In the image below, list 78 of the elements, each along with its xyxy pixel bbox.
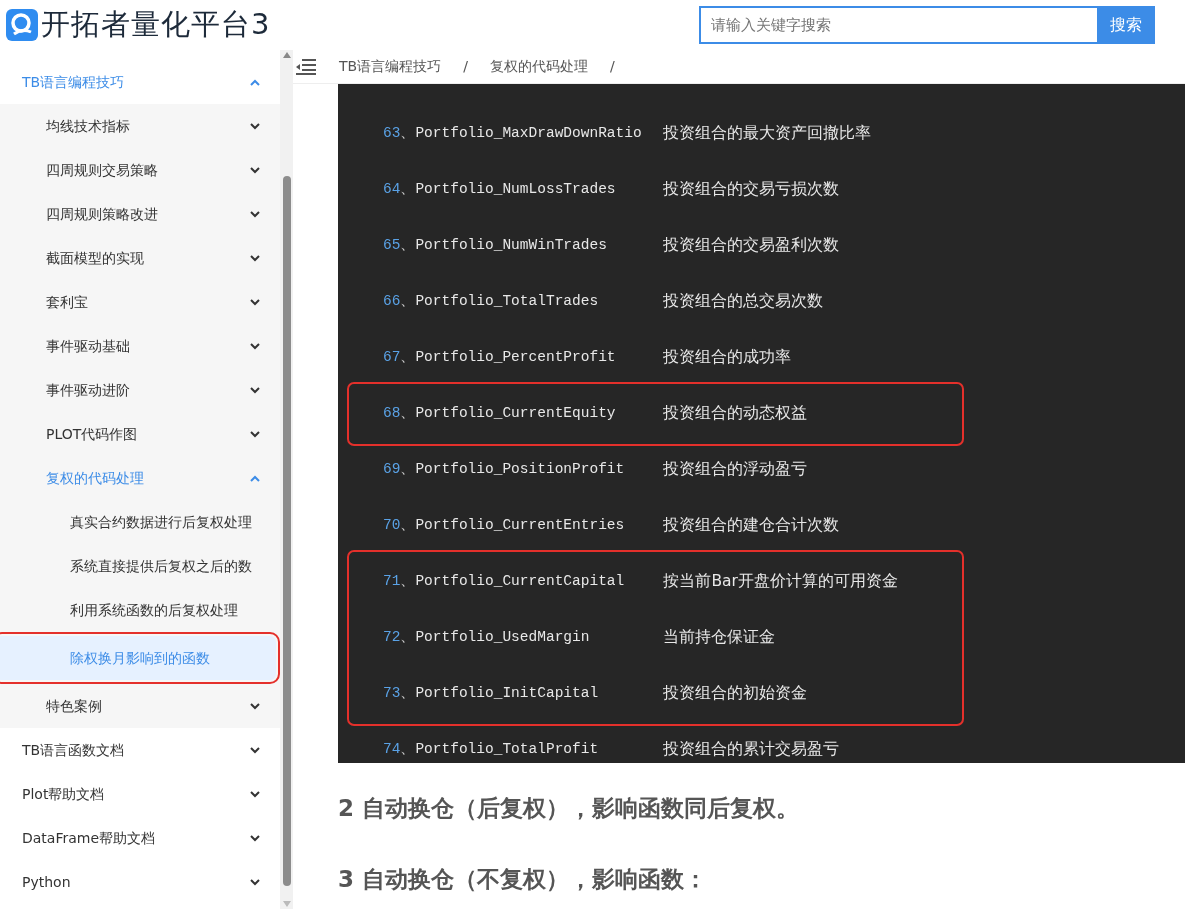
function-name: Portfolio_InitCapital: [415, 684, 600, 704]
logo-icon: [6, 9, 38, 41]
line-number: 72: [383, 628, 401, 648]
function-name: Portfolio_NumWinTrades: [415, 236, 608, 256]
collapse-menu-icon[interactable]: [295, 58, 317, 75]
list-separator: 、: [400, 404, 416, 424]
list-separator: 、: [400, 124, 416, 144]
function-description: 投资组合的最大资产回撤比率: [663, 123, 872, 145]
function-description: 投资组合的初始资金: [663, 683, 808, 705]
function-name: Portfolio_TotalTrades: [415, 292, 600, 312]
function-name: Portfolio_NumLossTrades: [415, 180, 617, 200]
line-number: 65: [383, 236, 401, 256]
function-name: Portfolio_PercentProfit: [415, 348, 617, 368]
nav-item[interactable]: 事件驱动基础: [0, 324, 280, 368]
function-description: 投资组合的浮动盈亏: [663, 459, 808, 481]
nav-item[interactable]: TB语言函数文档: [0, 728, 280, 772]
nav-item[interactable]: TB语言编程技巧: [0, 60, 280, 104]
breadcrumb-separator: /: [463, 57, 468, 76]
breadcrumb-link[interactable]: TB语言编程技巧: [339, 56, 442, 77]
function-name: Portfolio_TotalProfit: [415, 740, 600, 760]
search-field[interactable]: 请输入关键字搜索: [699, 6, 1097, 44]
list-separator: 、: [400, 684, 416, 704]
line-number: 67: [383, 348, 401, 368]
list-separator: 、: [400, 516, 416, 536]
function-name: Portfolio_CurrentEquity: [415, 404, 617, 424]
nav-item[interactable]: PLOT代码作图: [0, 412, 280, 456]
function-description: 投资组合的交易盈利次数: [663, 235, 840, 257]
function-description: 投资组合的累计交易盈亏: [663, 739, 840, 761]
function-name: Portfolio_CurrentEntries: [415, 516, 626, 536]
list-separator: 、: [400, 572, 416, 592]
section-heading: 2 自动换仓（后复权），影响函数同后复权。: [338, 794, 800, 823]
line-number: 69: [383, 460, 401, 480]
nav-item[interactable]: DataFrame帮助文档: [0, 816, 280, 860]
list-separator: 、: [400, 236, 416, 256]
function-name: Portfolio_CurrentCapital: [415, 572, 626, 592]
line-number: 64: [383, 180, 401, 200]
function-description: 投资组合的成功率: [663, 347, 792, 369]
list-separator: 、: [400, 628, 416, 648]
breadcrumb-separator: /: [609, 57, 615, 76]
nav-item[interactable]: 真实合约数据进行后复权处理: [0, 500, 280, 544]
line-number: 74: [383, 740, 401, 760]
function-description: 按当前Bar开盘价计算的可用资金: [663, 571, 898, 593]
breadcrumb-link[interactable]: 复权的代码处理: [489, 56, 588, 77]
nav-item[interactable]: 套利宝: [0, 280, 280, 324]
scroll-down-icon[interactable]: [282, 901, 291, 907]
function-description: 投资组合的总交易次数: [663, 291, 824, 313]
function-description: 当前持仓保证金: [663, 627, 776, 649]
section-heading: 3 自动换仓（不复权），影响函数：: [338, 864, 708, 894]
scrollbar-thumb[interactable]: [282, 176, 291, 886]
nav-item[interactable]: 四周规则交易策略: [0, 148, 280, 192]
line-number: 70: [383, 516, 401, 536]
function-description: 投资组合的交易亏损次数: [663, 179, 840, 201]
nav-item[interactable]: 特色案例: [0, 684, 280, 728]
nav-item[interactable]: 四周规则策略改进: [0, 192, 280, 236]
nav-item[interactable]: 利用系统函数的后复权处理: [0, 588, 280, 632]
scroll-up-icon[interactable]: [282, 52, 291, 58]
list-separator: 、: [400, 460, 416, 480]
line-number: 68: [383, 404, 401, 424]
nav-item[interactable]: 系统直接提供后复权之后的数: [0, 544, 280, 588]
function-name: Portfolio_MaxDrawDownRatio: [415, 124, 643, 144]
nav-item[interactable]: Plot帮助文档: [0, 772, 280, 816]
list-separator: 、: [400, 348, 416, 368]
list-separator: 、: [400, 292, 416, 312]
nav-item[interactable]: 均线技术指标: [0, 104, 280, 148]
nav-item[interactable]: Python: [0, 860, 280, 904]
line-number: 73: [383, 684, 401, 704]
logo-text: 开拓者量化平台3: [41, 6, 271, 44]
function-name: Portfolio_PositionProfit: [415, 460, 626, 480]
nav-item[interactable]: 事件驱动进阶: [0, 368, 280, 412]
nav-item[interactable]: 截面模型的实现: [0, 236, 280, 280]
line-number: 63: [383, 124, 401, 144]
function-name: Portfolio_UsedMargin: [415, 628, 591, 648]
function-description: 投资组合的动态权益: [663, 403, 808, 425]
line-number: 71: [383, 572, 401, 592]
function-description: 投资组合的建仓合计次数: [663, 515, 840, 537]
list-separator: 、: [400, 740, 416, 760]
line-number: 66: [383, 292, 401, 312]
list-separator: 、: [400, 180, 416, 200]
